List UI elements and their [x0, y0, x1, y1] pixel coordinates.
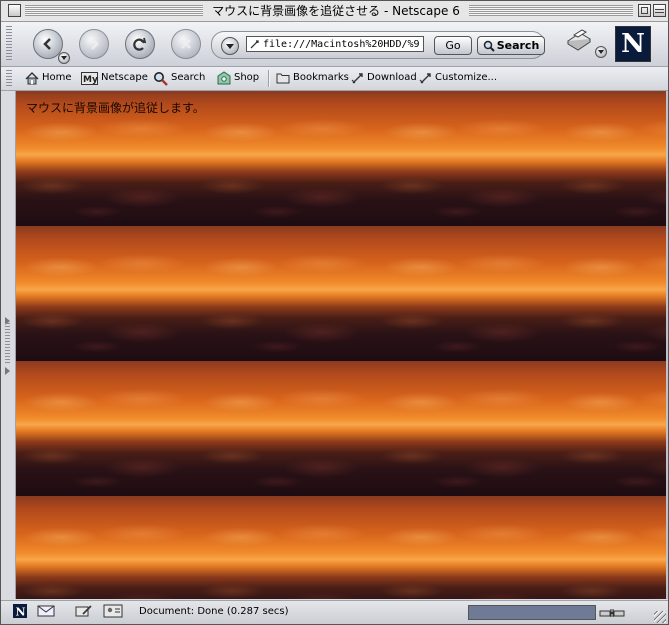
url-bar: file:///Macintosh%20HDD/%9 Go Search: [211, 31, 545, 59]
background-tile: [16, 496, 197, 599]
print-menu-dropdown[interactable]: [595, 46, 607, 58]
sidebar-open-arrow-icon[interactable]: [5, 367, 10, 375]
title-bar[interactable]: マウスに背景画像を追従させる - Netscape 6: [1, 1, 668, 22]
url-history-button[interactable]: [221, 37, 239, 55]
page-body-text: マウスに背景画像が追従します。: [26, 101, 205, 115]
background-tile: [196, 361, 377, 496]
status-text: Document: Done (0.287 secs): [139, 606, 289, 617]
page-content[interactable]: マウスに背景画像が追従します。: [16, 91, 666, 599]
background-tile: [556, 361, 666, 496]
browser-window: マウスに背景画像を追従させる - Netscape 6 file:///Maci…: [0, 0, 669, 625]
background-tile: [376, 91, 557, 226]
progress-meter: [468, 605, 596, 620]
url-text: file:///Macintosh%20HDD/%9: [263, 39, 420, 50]
navigation-toolbar: file:///Macintosh%20HDD/%9 Go Search N: [1, 22, 668, 67]
background-tile: [376, 496, 557, 599]
personal-item-label: Bookmarks: [293, 72, 349, 83]
collapse-box[interactable]: [653, 4, 666, 17]
resize-grip[interactable]: [654, 611, 666, 623]
svg-text:My: My: [83, 75, 98, 85]
netscape-throbber[interactable]: N: [615, 26, 651, 62]
search-button[interactable]: Search: [477, 36, 545, 55]
folder-icon: [276, 72, 290, 84]
background-tile: [16, 361, 197, 496]
stop-x-icon: [181, 39, 191, 49]
my-netscape-icon: My: [81, 71, 98, 85]
personal-item-search[interactable]: Search: [153, 69, 205, 87]
sidebar-tab[interactable]: [1, 91, 16, 599]
toolbar-separator: [268, 70, 270, 87]
go-button[interactable]: Go: [434, 36, 472, 55]
personal-item-label: Home: [42, 72, 72, 83]
background-tile: [196, 496, 377, 599]
personal-item-label: Shop: [234, 72, 260, 83]
personal-toolbar: Home My Netscape Search Shop Bookmarks D…: [1, 67, 668, 91]
content-right-edge: [666, 91, 668, 599]
svg-text:N: N: [16, 606, 26, 619]
shop-icon: [217, 71, 231, 85]
bookmark-link-icon: [351, 72, 364, 85]
progress-fill: [469, 606, 595, 619]
search-icon: [153, 71, 168, 86]
forward-button[interactable]: [79, 29, 109, 59]
toolbar-grip[interactable]: [6, 26, 12, 62]
file-page-icon: [250, 40, 259, 49]
background-tile: [376, 226, 557, 361]
background-tile: [16, 226, 197, 361]
address-book-icon[interactable]: [103, 604, 123, 618]
home-icon: [25, 71, 39, 85]
netscape-logo-letter: N: [621, 29, 645, 59]
bookmark-link-icon: [419, 72, 432, 85]
personal-item-label: Download: [367, 72, 417, 83]
sidebar-grip[interactable]: [5, 323, 10, 363]
personal-toolbar-grip[interactable]: [6, 70, 12, 87]
search-button-label: Search: [496, 39, 540, 52]
personal-item-label: Customize...: [435, 72, 498, 83]
background-tile: [556, 496, 666, 599]
background-tile: [556, 91, 666, 226]
background-tile: [376, 361, 557, 496]
netscape-component-icon[interactable]: N: [13, 604, 27, 618]
background-tile: [196, 91, 377, 226]
background-tile: [556, 226, 666, 361]
personal-item-download[interactable]: Download: [351, 69, 417, 87]
reload-icon: [133, 37, 147, 51]
connection-icon[interactable]: [599, 605, 625, 624]
reload-button[interactable]: [125, 29, 155, 59]
mail-icon[interactable]: [37, 604, 55, 618]
personal-item-customize[interactable]: Customize...: [419, 69, 497, 87]
stop-button[interactable]: [171, 29, 201, 59]
personal-item-bookmarks[interactable]: Bookmarks: [276, 69, 349, 87]
title-stripes-left: [25, 5, 203, 16]
back-menu-dropdown[interactable]: [58, 52, 70, 64]
close-box[interactable]: [8, 4, 21, 17]
zoom-box[interactable]: [638, 4, 651, 17]
personal-item-label: Netscape: [101, 72, 148, 83]
title-stripes-right: [469, 5, 633, 16]
window-title: マウスに背景画像を追従させる - Netscape 6: [203, 3, 469, 19]
personal-item-my-netscape[interactable]: My Netscape: [81, 69, 148, 87]
composer-icon[interactable]: [75, 604, 93, 618]
print-icon[interactable]: [564, 29, 594, 53]
forward-arrow-icon: [91, 38, 99, 50]
url-input[interactable]: file:///Macintosh%20HDD/%9: [246, 36, 424, 52]
back-arrow-icon: [43, 38, 51, 50]
personal-item-home[interactable]: Home: [25, 69, 72, 87]
personal-item-label: Search: [171, 72, 206, 83]
magnifier-icon: [483, 40, 495, 52]
background-tile: [196, 226, 377, 361]
personal-item-shop[interactable]: Shop: [217, 69, 259, 87]
status-bar: N Document: Done (0.287 secs): [1, 600, 668, 624]
